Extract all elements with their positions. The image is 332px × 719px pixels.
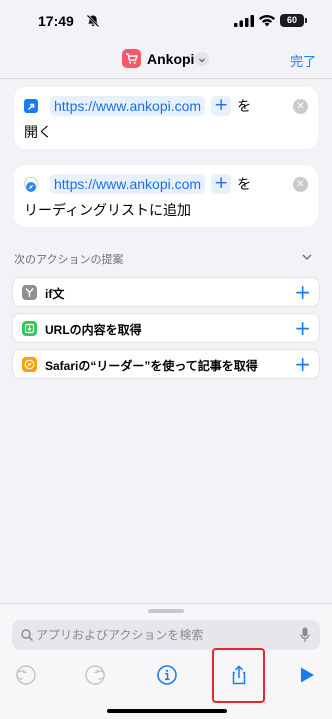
undo-icon[interactable] [15,664,37,686]
collapse-chevron-icon[interactable] [301,251,313,263]
battery-cap [305,18,307,23]
done-button[interactable]: 完了 [290,51,316,70]
action-card-open-url[interactable]: https://www.ankopi.com + を 開く ✕ [14,87,318,149]
add-variable-button[interactable]: + [211,96,232,116]
search-input[interactable] [36,620,286,650]
compass-icon [22,357,37,372]
chevron-down-icon[interactable] [195,52,209,66]
add-variable-button[interactable]: + [211,174,232,194]
add-suggestion-button[interactable]: + [294,316,311,340]
battery-icon: 60 [280,14,304,27]
search-bar[interactable] [12,620,320,650]
play-icon[interactable] [296,664,318,686]
action-text: を [237,99,252,115]
home-indicator [107,709,227,713]
suggestion-label: Safariの“リーダー”を使って記事を取得 [45,359,258,373]
suggestion-if[interactable]: if文 + [12,277,320,307]
shortcut-name[interactable]: Ankopi [147,51,194,67]
status-time: 17:49 [38,13,74,29]
suggestion-label: if文 [45,287,65,301]
suggestions-header: 次のアクションの提案 [14,253,124,266]
nav-divider [0,78,332,79]
status-bar: 17:49 60 [0,0,332,40]
action-search-sheet [0,603,332,719]
sheet-grabber[interactable] [148,609,184,613]
suggestion-safari-reader[interactable]: Safariの“リーダー”を使って記事を取得 + [12,349,320,379]
redo-icon[interactable] [84,664,106,686]
signal-icon [234,15,254,27]
safari-icon [24,177,38,192]
remove-action-button[interactable]: ✕ [293,177,308,192]
cart-icon [126,53,138,64]
action-card-reading-list[interactable]: https://www.ankopi.com + を リーディングリストに追加 … [14,165,318,227]
wifi-icon [259,14,275,27]
open-url-icon [24,99,38,113]
suggestion-label: URLの内容を取得 [45,323,142,337]
if-icon [22,285,37,300]
nav-bar: Ankopi 完了 [0,40,332,78]
microphone-icon[interactable] [300,627,310,643]
info-icon[interactable] [156,664,178,686]
action-text: 開く [24,125,52,141]
remove-action-button[interactable]: ✕ [293,99,308,114]
action-text: リーディングリストに追加 [24,203,192,219]
add-suggestion-button[interactable]: + [294,352,311,376]
download-icon [22,321,37,336]
shortcut-app-icon[interactable] [122,49,141,68]
action-text: を [237,177,252,193]
url-token[interactable]: https://www.ankopi.com [50,174,206,194]
bell-off-icon [86,14,100,28]
url-token[interactable]: https://www.ankopi.com [50,96,206,116]
share-icon[interactable] [228,664,250,686]
suggestion-get-url-contents[interactable]: URLの内容を取得 + [12,313,320,343]
search-icon [21,629,34,642]
add-suggestion-button[interactable]: + [294,280,311,304]
